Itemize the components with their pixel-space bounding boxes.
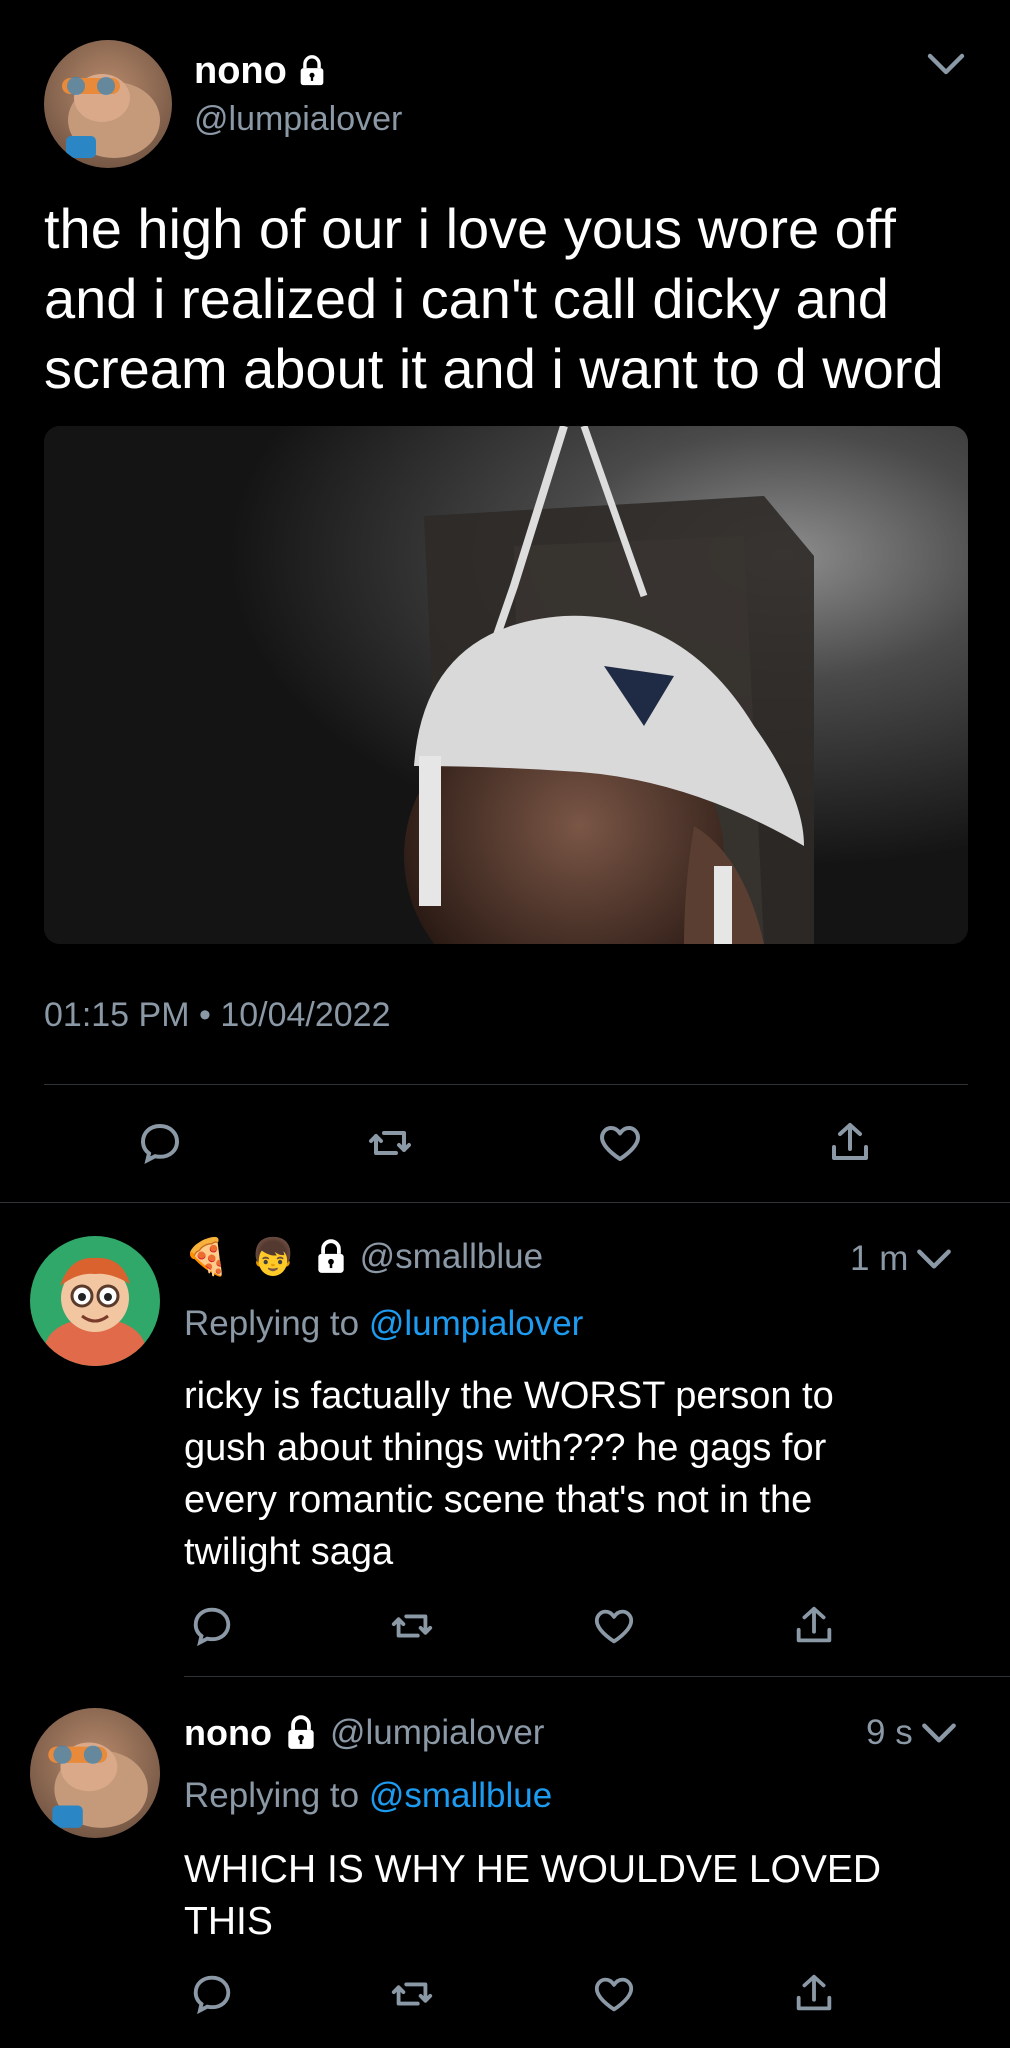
replying-to-line: Replying to @smallblue (184, 1776, 552, 1816)
heart-icon (594, 1977, 634, 2012)
speech-bubble-icon (193, 1607, 231, 1647)
replying-to-line: Replying to @lumpialover (184, 1304, 583, 1344)
retweet-button[interactable] (384, 1598, 440, 1654)
reply-avatar[interactable] (30, 1708, 160, 1838)
share-button[interactable] (822, 1115, 878, 1171)
retweet-button[interactable] (362, 1115, 418, 1171)
speech-bubble-icon (140, 1123, 180, 1165)
retweet-arrows-icon (369, 1131, 411, 1155)
reply-text: ricky is factually the WORST person to g… (184, 1370, 984, 1578)
replying-to-label: Replying to (184, 1304, 360, 1343)
retweet-arrows-icon (391, 1982, 433, 2006)
retweet-button[interactable] (384, 1966, 440, 2022)
like-button[interactable] (592, 1115, 648, 1171)
reply-button[interactable] (132, 1115, 188, 1171)
tweet-text: the high of our i love yous wore off and… (44, 194, 984, 404)
reply-emoji: 🍕 👦 (184, 1236, 302, 1277)
reply-text-line: gush about things with??? he gags for (184, 1427, 827, 1469)
cartoon-avatar-image (30, 1236, 160, 1366)
reply-handle[interactable]: @lumpialover (330, 1713, 545, 1753)
share-button[interactable] (786, 1598, 842, 1654)
lock-icon (282, 1714, 320, 1752)
reply-handle[interactable]: @smallblue (360, 1237, 543, 1277)
lock-icon (295, 54, 329, 88)
reply-time: 1 m (850, 1239, 909, 1278)
heart-icon (600, 1126, 640, 1161)
reply-display-name[interactable]: nono (184, 1712, 272, 1754)
chevron-down-icon[interactable] (912, 1237, 956, 1281)
chevron-down-icon[interactable] (922, 40, 970, 88)
share-upload-icon (796, 1974, 832, 2011)
heart-icon (594, 1609, 634, 1644)
author-avatar[interactable] (44, 40, 172, 168)
like-button[interactable] (586, 1966, 642, 2022)
speech-bubble-icon (193, 1975, 231, 2015)
reply-text-line: THIS (184, 1900, 273, 1943)
chevron-down-icon[interactable] (917, 1711, 961, 1755)
replying-to-link[interactable]: @smallblue (369, 1776, 552, 1815)
tweet-text-line: and i realized i can't call dicky and (44, 267, 889, 330)
replying-to-label: Replying to (184, 1776, 360, 1815)
tweet-text-line: scream about it and i want to d word (44, 337, 944, 400)
replying-to-link[interactable]: @lumpialover (369, 1304, 584, 1343)
reply-button[interactable] (184, 1598, 240, 1654)
share-button[interactable] (786, 1966, 842, 2022)
reply-text-line: twilight saga (184, 1531, 394, 1573)
reply-button[interactable] (184, 1966, 240, 2022)
reply-text-line: ricky is factually the WORST person to (184, 1375, 834, 1417)
divider (184, 1676, 1010, 1677)
reply-avatar[interactable] (30, 1236, 160, 1366)
photo-person-cap (44, 426, 968, 944)
reply-time: 9 s (866, 1713, 913, 1752)
lizard-avatar-image (44, 40, 172, 168)
tweet-image[interactable] (44, 426, 968, 944)
share-upload-icon (796, 1606, 832, 1643)
lock-icon (312, 1238, 350, 1276)
reply-text: WHICH IS WHY HE WOULDVE LOVED THIS (184, 1844, 984, 1948)
divider (44, 1084, 968, 1085)
retweet-arrows-icon (391, 1614, 433, 1638)
author-handle[interactable]: @lumpialover (194, 100, 402, 139)
tweet-timestamp: 01:15 PM • 10/04/2022 (44, 996, 391, 1034)
share-upload-icon (832, 1123, 868, 1160)
tweet-text-line: the high of our i love yous wore off (44, 197, 896, 260)
reply-text-line: WHICH IS WHY HE WOULDVE LOVED (184, 1848, 882, 1891)
like-button[interactable] (586, 1598, 642, 1654)
reply-text-line: every romantic scene that's not in the (184, 1479, 813, 1521)
lizard-avatar-image (30, 1708, 160, 1838)
divider (0, 1202, 1010, 1203)
author-display-name[interactable]: nono (194, 50, 287, 93)
